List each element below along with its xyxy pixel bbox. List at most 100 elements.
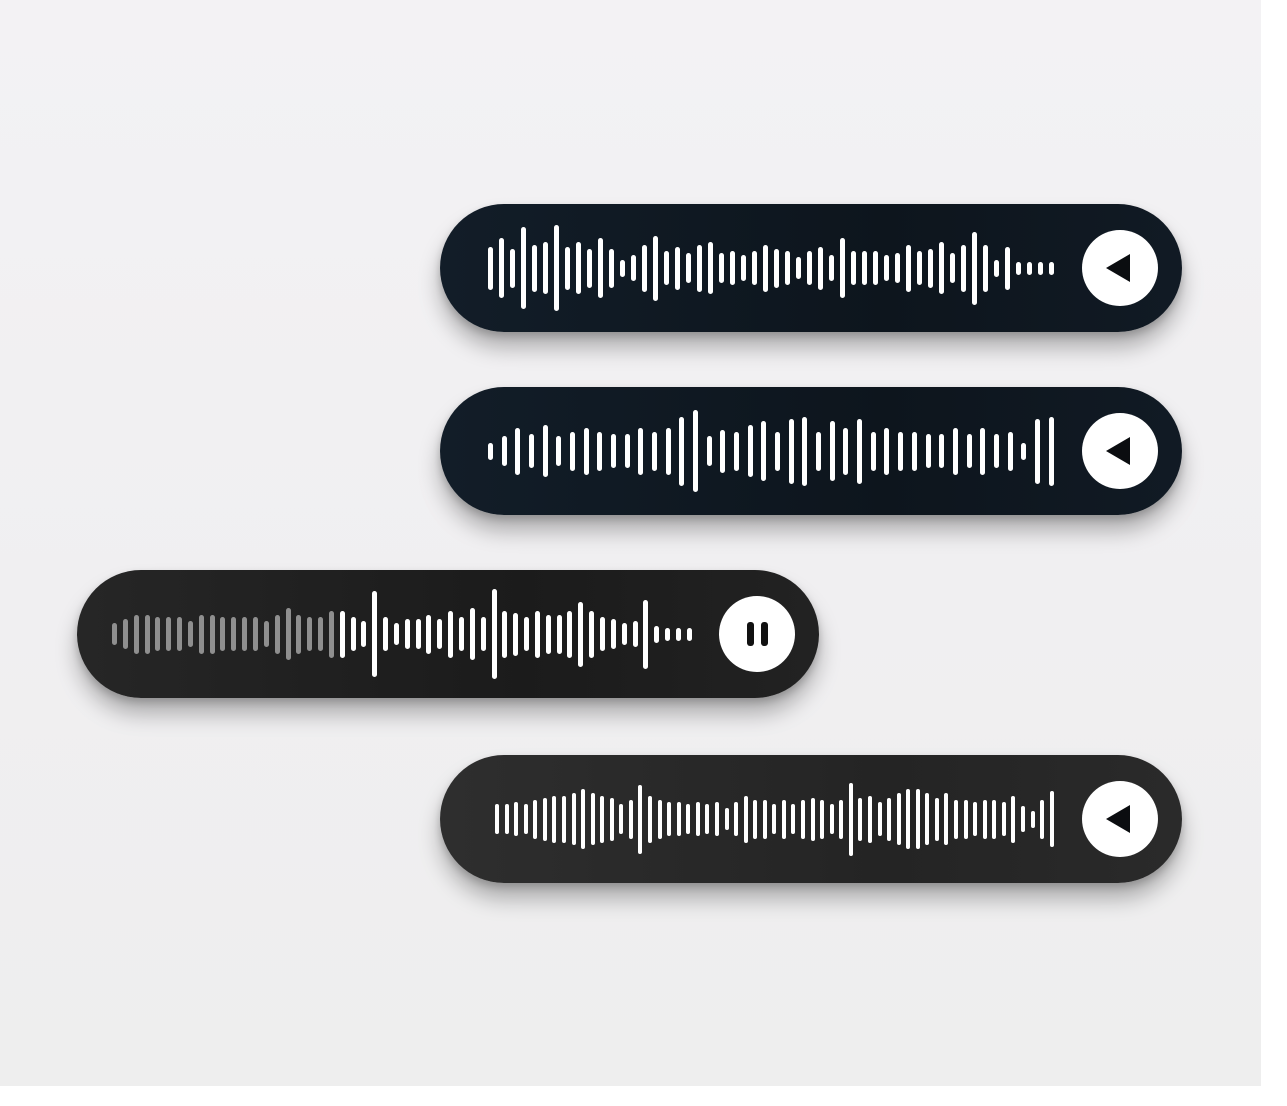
waveform-bar [556, 436, 562, 466]
waveform-bar [198, 614, 204, 654]
waveform-bar [328, 610, 334, 658]
waveform-bar [950, 253, 955, 283]
waveform-bar [801, 799, 805, 839]
waveform-bar [643, 599, 649, 669]
waveform-bar [939, 242, 944, 294]
waveform-bar [495, 804, 499, 834]
waveform-bar [350, 617, 356, 651]
waveform-bar [296, 614, 302, 654]
waveform-bar [675, 246, 680, 290]
waveform-bar [829, 804, 834, 834]
waveform-bar [788, 418, 794, 484]
waveform-bar [632, 621, 638, 647]
waveform-bar [911, 431, 917, 471]
waveform-bar [339, 610, 345, 658]
play-button[interactable] [1082, 413, 1158, 489]
waveform-bar [587, 248, 592, 288]
waveform-bar [966, 434, 972, 468]
waveform-bar [583, 427, 589, 475]
waveform-bar [994, 259, 999, 277]
pause-icon [746, 622, 768, 646]
waveform-bar [992, 799, 997, 839]
waveform-bar [686, 253, 691, 283]
waveform-bar [576, 242, 581, 294]
waveform-bar [665, 427, 671, 475]
waveform-bar [404, 619, 410, 649]
waveform-bar [611, 434, 617, 468]
play-icon [1106, 805, 1130, 833]
waveform[interactable] [112, 570, 692, 698]
waveform-bar [762, 799, 767, 839]
waveform-bar [177, 617, 183, 651]
waveform-bar [515, 427, 521, 475]
waveform-bar [415, 619, 421, 649]
waveform-bar [383, 617, 389, 651]
waveform-bar [952, 427, 958, 475]
waveform-bar [654, 625, 660, 643]
waveform-bar [1016, 261, 1021, 275]
waveform-bar [791, 804, 796, 834]
waveform-bar [599, 617, 605, 651]
waveform-bar [318, 617, 324, 651]
waveform-bar [810, 797, 815, 841]
waveform-bar [667, 802, 672, 836]
waveform[interactable] [495, 755, 1054, 883]
waveform-bar [917, 251, 922, 285]
pause-button[interactable] [719, 596, 795, 672]
waveform-bar [873, 251, 878, 285]
waveform-bar [1007, 431, 1013, 471]
waveform-bar [724, 808, 729, 830]
waveform-bar [112, 623, 117, 645]
waveform-bar [775, 431, 781, 471]
waveform-bar [676, 802, 681, 836]
waveform-bar [820, 799, 825, 839]
waveform-bar [829, 421, 835, 481]
waveform-bar [231, 617, 237, 651]
waveform-bar [1034, 418, 1040, 484]
waveform-bar [600, 795, 605, 843]
play-button[interactable] [1082, 781, 1158, 857]
waveform-bar [862, 251, 867, 285]
waveform-bar [898, 431, 904, 471]
waveform-bar [925, 434, 931, 468]
waveform-bar [939, 434, 945, 468]
waveform-bar [843, 427, 849, 475]
waveform-bar [720, 429, 726, 473]
waveform-bar [426, 614, 432, 654]
waveform-bar [934, 797, 939, 841]
waveform[interactable] [488, 387, 1054, 515]
waveform-bar [499, 238, 504, 298]
waveform-bar [578, 601, 584, 667]
voice-message-bubble-4 [440, 755, 1182, 883]
waveform-bar [542, 425, 548, 477]
waveform-bar [887, 797, 892, 841]
waveform-bar [543, 242, 548, 294]
waveform-bar [839, 799, 844, 839]
waveform-bar [679, 416, 685, 486]
waveform-bar [785, 251, 790, 285]
waveform-bar [705, 804, 710, 834]
waveform-bar [734, 802, 739, 836]
waveform[interactable] [488, 204, 1054, 332]
waveform-bar [598, 238, 603, 298]
frame-edge [0, 1086, 1287, 1106]
play-icon [1106, 437, 1130, 465]
waveform-bar [693, 410, 699, 492]
waveform-bar [730, 251, 735, 285]
waveform-bar [675, 627, 681, 641]
waveform-bar [628, 799, 633, 839]
waveform-bar [741, 255, 746, 281]
waveform-bar [556, 614, 562, 654]
waveform-bar [534, 610, 540, 658]
waveform-bar [652, 431, 658, 471]
waveform-bar [561, 795, 566, 843]
waveform-bar [542, 797, 547, 841]
waveform-bar [761, 421, 767, 481]
canvas [0, 0, 1287, 1106]
waveform-bar [501, 436, 507, 466]
waveform-bar [695, 802, 700, 836]
waveform-bar [686, 804, 691, 834]
waveform-bar [840, 238, 845, 298]
play-button[interactable] [1082, 230, 1158, 306]
waveform-bar [552, 795, 557, 843]
